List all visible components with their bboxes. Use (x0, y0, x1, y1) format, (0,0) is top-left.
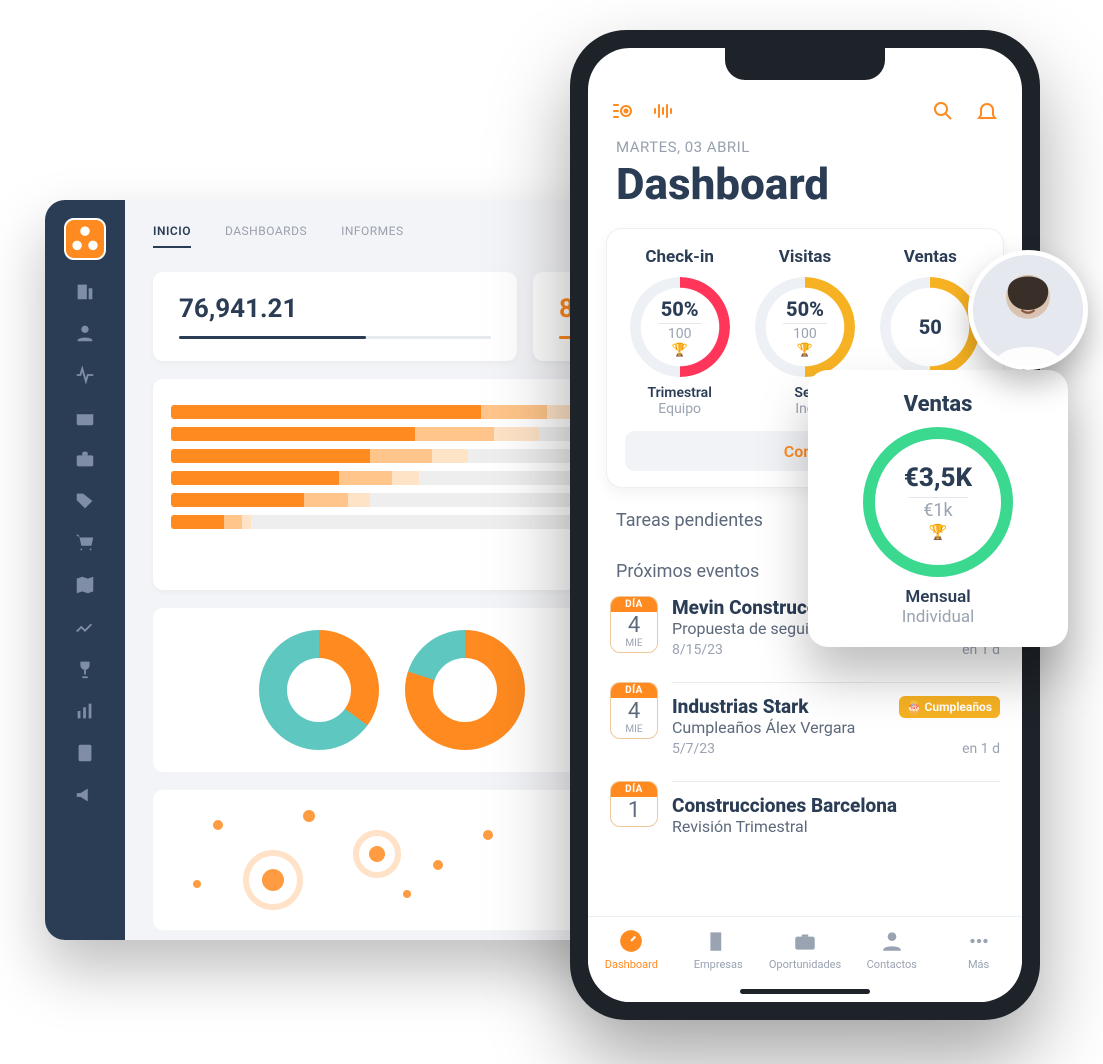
bell-icon[interactable] (974, 98, 1000, 124)
briefcase-icon (791, 927, 819, 955)
bar-chart-icon[interactable] (74, 700, 96, 722)
tab-empresas[interactable]: Empresas (675, 927, 762, 971)
gauge-icon (617, 927, 645, 955)
kpi-gauge: 50 (880, 277, 980, 377)
event-title: Industrias Stark (672, 695, 809, 718)
event-relative: en 1 d (962, 741, 1000, 757)
tab-contactos[interactable]: Contactos (848, 927, 935, 971)
kpi-label: Ventas (872, 247, 989, 267)
popover-gauge: €3,5K €1k 🏆 (863, 427, 1013, 577)
event-subtitle: Cumpleaños Álex Vergara (672, 718, 1000, 737)
date-chip: DÍA 4 MIE (610, 596, 658, 653)
date-chip: DÍA 4 MIE (610, 682, 658, 739)
popover-scope: Individual (828, 607, 1048, 627)
donut-chart-1 (259, 630, 379, 750)
tag-icon[interactable] (74, 490, 96, 512)
tab-label: Dashboard (605, 958, 658, 971)
kpi-card-1: 76,941.21 (153, 272, 517, 361)
event-item[interactable]: DÍA 4 MIE Industrias Stark 🎂 Cumpleaños … (606, 670, 1004, 769)
desktop-sidebar (45, 200, 125, 940)
tab-informes[interactable]: INFORMES (341, 224, 404, 248)
app-logo[interactable] (64, 218, 106, 260)
tab-inicio[interactable]: INICIO (153, 224, 191, 248)
chart-line-icon[interactable] (74, 616, 96, 638)
tracking-icon[interactable] (610, 98, 636, 124)
user-icon (878, 927, 906, 955)
popover-period: Mensual (828, 587, 1048, 607)
tab-label: Más (968, 958, 989, 971)
megaphone-icon[interactable] (74, 784, 96, 806)
cart-icon[interactable] (74, 532, 96, 554)
audio-wave-icon[interactable] (650, 98, 676, 124)
calendar-icon[interactable] (74, 406, 96, 428)
tab-oportunidades[interactable]: Oportunidades (762, 927, 849, 971)
kpi-period: Trimestral (621, 385, 738, 401)
phone-notch (725, 48, 885, 80)
kpi-gauge: 50% 100🏆 (755, 277, 855, 377)
building-icon (704, 927, 732, 955)
kpi-label: Visitas (746, 247, 863, 267)
home-indicator (740, 989, 870, 994)
kpi-check-in[interactable]: Check-in 50% 100🏆 Trimestral Equipo (617, 247, 742, 417)
tab-more[interactable]: Más (935, 927, 1022, 971)
popover-title: Ventas (828, 392, 1048, 417)
event-date: 8/15/23 (672, 642, 723, 658)
tab-dashboards[interactable]: DASHBOARDS (225, 224, 307, 248)
briefcase-icon[interactable] (74, 448, 96, 470)
kpi-label: Check-in (621, 247, 738, 267)
date-line: MARTES, 03 ABRIL (588, 138, 1022, 156)
tab-dashboard[interactable]: Dashboard (588, 927, 675, 971)
user-avatar (968, 250, 1088, 370)
event-item[interactable]: DÍA 1 Construcciones Barcelona Revisión … (606, 769, 1004, 852)
tab-label: Empresas (694, 958, 743, 971)
kpi-gauge: 50% 100🏆 (630, 277, 730, 377)
activity-icon[interactable] (74, 364, 96, 386)
ventas-popover: Ventas €3,5K €1k 🏆 Mensual Individual (808, 370, 1068, 647)
tab-label: Contactos (867, 958, 917, 971)
date-chip: DÍA 1 (610, 781, 658, 827)
tab-label: Oportunidades (769, 958, 841, 971)
building-icon[interactable] (74, 280, 96, 302)
donut-panel (153, 608, 632, 772)
event-date: 5/7/23 (672, 741, 715, 757)
donut-chart-2 (405, 630, 525, 750)
bars-chart-panel (153, 379, 632, 590)
event-subtitle: Revisión Trimestral (672, 817, 1000, 836)
page-title: Dashboard (588, 158, 1022, 210)
trophy-icon[interactable] (74, 658, 96, 680)
event-title: Construcciones Barcelona (672, 794, 897, 817)
more-icon (965, 927, 993, 955)
kpi-value: 76,941.21 (179, 294, 491, 324)
search-icon[interactable] (930, 98, 956, 124)
birthday-badge: 🎂 Cumpleaños (899, 696, 1000, 718)
user-icon[interactable] (74, 322, 96, 344)
report-icon[interactable] (74, 742, 96, 764)
kpi-scope: Equipo (621, 401, 738, 417)
map-icon[interactable] (74, 574, 96, 596)
